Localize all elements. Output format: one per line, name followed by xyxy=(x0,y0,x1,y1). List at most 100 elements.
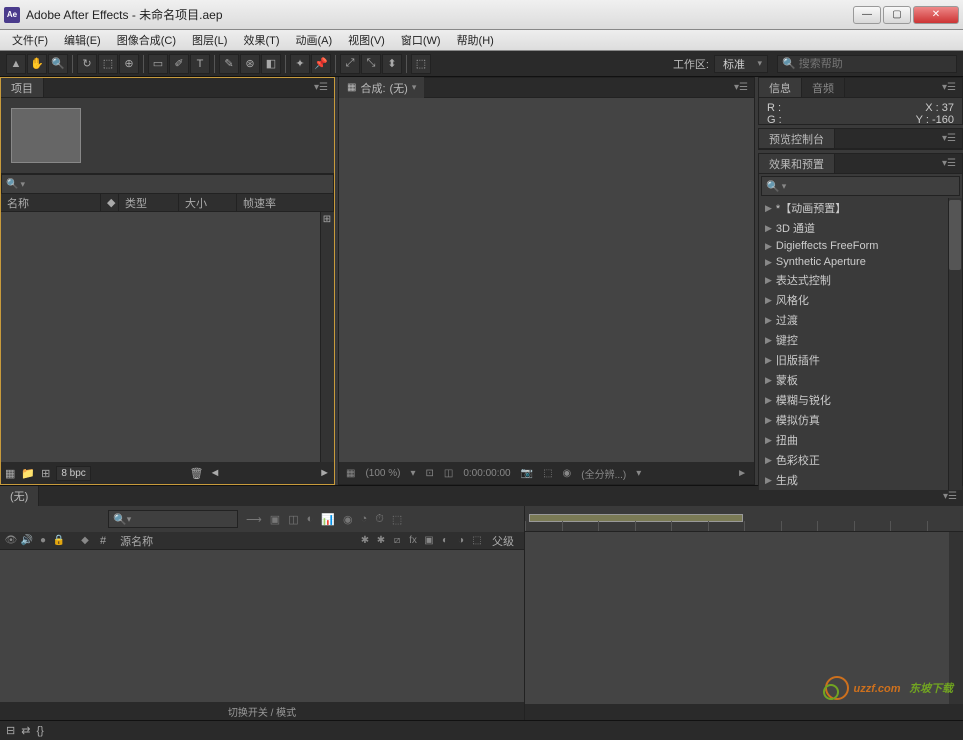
scroll-right-icon[interactable]: ► xyxy=(319,467,330,479)
menu-edit[interactable]: 编辑(E) xyxy=(58,30,107,50)
project-tab[interactable]: 项目 xyxy=(1,78,44,97)
mask-icon[interactable]: ◫ xyxy=(441,468,456,479)
comp-button-icon[interactable]: ▣ xyxy=(270,513,280,526)
label-icon[interactable]: ◆ xyxy=(78,535,92,546)
info-tab[interactable]: 信息 xyxy=(759,78,802,97)
new-comp-icon[interactable]: ⊞ xyxy=(41,467,50,480)
frame-blend-icon[interactable]: ◫ xyxy=(288,513,298,526)
fx-item-simulation[interactable]: ▶模拟仿真 xyxy=(759,410,962,430)
project-items-area[interactable]: ⊞ xyxy=(1,212,334,462)
braces-icon[interactable]: {} xyxy=(36,725,43,737)
col-index[interactable]: # xyxy=(94,535,112,547)
composition-viewer[interactable] xyxy=(339,98,754,462)
fx-item-presets[interactable]: ▶*【动画预置】 xyxy=(759,198,962,218)
fx-item-3d[interactable]: ▶3D 通道 xyxy=(759,218,962,238)
fx-item-blur[interactable]: ▶模糊与锐化 xyxy=(759,390,962,410)
world-axis-button[interactable]: ⤡ xyxy=(361,54,381,74)
clone-tool[interactable]: ⊛ xyxy=(240,54,260,74)
fx-item-digieffects[interactable]: ▶Digieffects FreeForm xyxy=(759,238,962,254)
roto-tool[interactable]: ✦ xyxy=(290,54,310,74)
effects-panel-menu[interactable]: ▾☰ xyxy=(936,158,962,169)
menu-layer[interactable]: 图层(L) xyxy=(186,30,233,50)
fx-item-color[interactable]: ▶色彩校正 xyxy=(759,450,962,470)
hierarchy-icon[interactable]: ⊞ xyxy=(320,214,334,228)
pen-tool[interactable]: ✐ xyxy=(169,54,189,74)
timeline-search[interactable]: 🔍 ▾ xyxy=(108,510,238,528)
snap-button[interactable]: ⬚ xyxy=(411,54,431,74)
channel-icon[interactable]: ◉ xyxy=(560,468,575,479)
motion-blur-icon[interactable]: ◐ xyxy=(307,513,314,525)
toggle-icon[interactable]: ⇄ xyxy=(21,724,30,737)
zoom-tool[interactable]: 🔍 xyxy=(48,54,68,74)
brush-tool[interactable]: ✎ xyxy=(219,54,239,74)
local-axis-button[interactable]: ⤢ xyxy=(340,54,360,74)
project-panel-menu[interactable]: ▾☰ xyxy=(308,82,334,93)
preview-panel-menu[interactable]: ▾☰ xyxy=(936,133,962,144)
fx-item-synthetic[interactable]: ▶Synthetic Aperture xyxy=(759,254,962,270)
camera-tool[interactable]: ⬚ xyxy=(98,54,118,74)
menu-window[interactable]: 窗口(W) xyxy=(395,30,447,50)
time-display[interactable]: 0:00:00:00 xyxy=(460,468,513,479)
timeline-ruler[interactable] xyxy=(525,506,963,532)
hand-tool[interactable]: ✋ xyxy=(27,54,47,74)
fx-item-obsolete[interactable]: ▶旧版插件 xyxy=(759,350,962,370)
comp-panel-menu[interactable]: ▾☰ xyxy=(728,82,754,93)
comp-tab[interactable]: ▦ 合成: (无) ▾ xyxy=(339,77,424,99)
fx-item-expression[interactable]: ▶表达式控制 xyxy=(759,270,962,290)
audio-icon[interactable]: 🔊 xyxy=(20,535,34,546)
fx-item-stylize[interactable]: ▶风格化 xyxy=(759,290,962,310)
view-axis-button[interactable]: ⬍ xyxy=(382,54,402,74)
timeline-zoom-bar[interactable] xyxy=(525,704,963,720)
close-button[interactable]: ✕ xyxy=(913,6,959,24)
col-parent[interactable]: 父级 xyxy=(486,533,520,549)
col-source-name[interactable]: 源名称 xyxy=(114,533,159,549)
rect-tool[interactable]: ▭ xyxy=(148,54,168,74)
menu-file[interactable]: 文件(F) xyxy=(6,30,54,50)
eraser-tool[interactable]: ◧ xyxy=(261,54,281,74)
puppet-tool[interactable]: 📌 xyxy=(311,54,331,74)
bpc-button[interactable]: 8 bpc xyxy=(56,466,90,481)
help-search-input[interactable] xyxy=(799,58,952,70)
audio-tab[interactable]: 音频 xyxy=(802,78,845,97)
menu-animation[interactable]: 动画(A) xyxy=(290,30,339,50)
scroll-right-icon[interactable]: ► xyxy=(734,468,750,479)
zoom-dropdown[interactable]: (100 %) xyxy=(362,468,403,479)
timeline-layers[interactable] xyxy=(0,550,524,702)
col-type[interactable]: 类型 xyxy=(119,194,179,211)
help-search[interactable]: 🔍 xyxy=(777,55,957,73)
safe-zone-icon[interactable]: ⊡ xyxy=(423,468,437,479)
auto-keyframe-icon[interactable]: ◔ xyxy=(361,513,368,525)
fx-item-transition[interactable]: ▶过渡 xyxy=(759,310,962,330)
timeline-tab[interactable]: (无) xyxy=(0,486,39,506)
shy-icon[interactable]: ⟶ xyxy=(246,513,262,526)
workspace-dropdown[interactable]: 标准 xyxy=(714,55,768,73)
solo-icon[interactable]: ● xyxy=(36,535,50,546)
scroll-left-icon[interactable]: ◄ xyxy=(210,467,221,479)
effects-search[interactable]: 🔍 ▾ xyxy=(761,176,960,196)
snapshot-icon[interactable]: 📷 xyxy=(518,468,536,479)
project-scrollbar[interactable] xyxy=(320,212,334,462)
lock-icon[interactable]: 🔒 xyxy=(52,535,66,546)
col-name[interactable]: 名称 xyxy=(1,194,101,211)
stopwatch-icon[interactable]: ⏱ xyxy=(375,513,384,526)
col-label[interactable]: ◆ xyxy=(101,194,119,211)
expand-icon[interactable]: ⊟ xyxy=(6,724,15,737)
draft-3d-icon[interactable]: ⬚ xyxy=(392,513,402,526)
menu-view[interactable]: 视图(V) xyxy=(342,30,391,50)
effects-tab[interactable]: 效果和预置 xyxy=(759,154,835,173)
project-search[interactable]: 🔍 ▾ xyxy=(1,174,334,194)
graph-icon[interactable]: 📊 xyxy=(321,513,335,526)
fx-item-matte[interactable]: ▶蒙板 xyxy=(759,370,962,390)
trash-icon[interactable]: 🗑 xyxy=(190,467,204,480)
col-rate[interactable]: 帧速率 xyxy=(237,194,334,211)
minimize-button[interactable]: — xyxy=(853,6,881,24)
maximize-button[interactable]: ▢ xyxy=(883,6,911,24)
pan-behind-tool[interactable]: ⊕ xyxy=(119,54,139,74)
fx-item-keying[interactable]: ▶键控 xyxy=(759,330,962,350)
preview-tab[interactable]: 预览控制台 xyxy=(759,129,835,148)
visibility-icon[interactable]: 👁 xyxy=(4,535,18,546)
col-size[interactable]: 大小 xyxy=(179,194,237,211)
grid-icon[interactable]: ▦ xyxy=(343,468,358,479)
folder-icon[interactable]: 📁 xyxy=(21,467,35,480)
menu-help[interactable]: 帮助(H) xyxy=(451,30,500,50)
